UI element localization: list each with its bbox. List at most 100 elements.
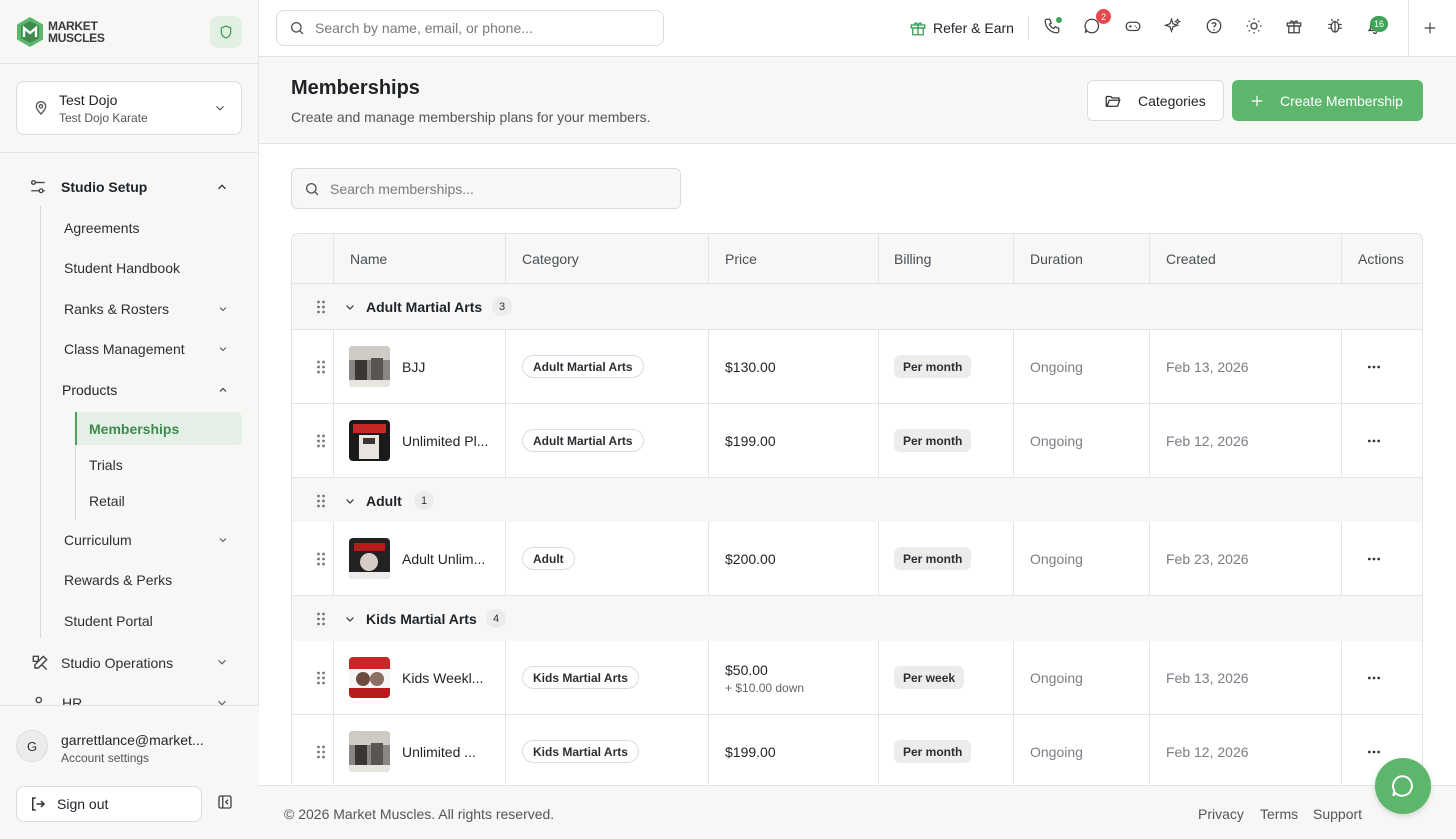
user-email[interactable]: garrettlance@market... bbox=[61, 732, 204, 748]
gamepad-icon[interactable] bbox=[1124, 17, 1142, 35]
col-divider bbox=[1149, 404, 1150, 478]
sidebar-item-retail[interactable]: Retail bbox=[89, 493, 125, 509]
sidebar-item-studio-setup[interactable]: Studio Setup bbox=[29, 178, 147, 196]
th-price[interactable]: Price bbox=[725, 251, 757, 267]
help-icon[interactable] bbox=[1205, 17, 1223, 35]
col-divider bbox=[708, 522, 709, 596]
sidebar-item-hr[interactable]: HR bbox=[32, 694, 82, 705]
col-divider bbox=[1013, 641, 1014, 715]
col-divider bbox=[505, 234, 506, 284]
th-category[interactable]: Category bbox=[522, 251, 579, 267]
sidebar-collapse-icon[interactable] bbox=[216, 793, 234, 811]
price: $199.00 bbox=[725, 433, 776, 449]
bug-icon[interactable] bbox=[1326, 17, 1344, 35]
group-row[interactable]: Adult Martial Arts 3 bbox=[292, 284, 1422, 330]
sidebar-item-classes[interactable]: Class Management bbox=[64, 341, 185, 357]
refer-earn-button[interactable]: Refer & Earn bbox=[909, 19, 1014, 37]
admin-shield-button[interactable] bbox=[210, 15, 242, 48]
col-divider bbox=[1013, 330, 1014, 404]
table-row[interactable]: BJJ Adult Martial Arts $130.00 Per month… bbox=[292, 330, 1422, 404]
chevron-down-icon[interactable] bbox=[215, 655, 229, 669]
sidebar-item-curriculum[interactable]: Curriculum bbox=[64, 532, 132, 548]
drag-handle-icon[interactable] bbox=[316, 299, 326, 315]
group-row[interactable]: Adult 1 bbox=[292, 478, 1422, 524]
location-switcher[interactable]: Test Dojo Test Dojo Karate bbox=[16, 81, 242, 135]
sidebar-item-trials[interactable]: Trials bbox=[89, 457, 123, 473]
sparkles-icon[interactable] bbox=[1164, 17, 1182, 35]
sidebar-item-products[interactable]: Products bbox=[62, 382, 117, 398]
membership-name[interactable]: BJJ bbox=[402, 359, 425, 375]
chevron-down-icon[interactable] bbox=[217, 534, 229, 546]
price: $50.00 bbox=[725, 662, 768, 678]
sidebar-item-ranks[interactable]: Ranks & Rosters bbox=[64, 301, 169, 317]
price: $130.00 bbox=[725, 359, 776, 375]
membership-name[interactable]: Adult Unlim... bbox=[402, 551, 485, 567]
duration: Ongoing bbox=[1030, 744, 1083, 760]
membership-name[interactable]: Unlimited ... bbox=[402, 744, 476, 760]
avatar[interactable]: G bbox=[16, 730, 48, 762]
account-settings-link[interactable]: Account settings bbox=[61, 751, 149, 765]
messages-badge: 2 bbox=[1096, 9, 1111, 24]
billing-badge: Per month bbox=[894, 355, 972, 378]
more-horizontal-icon[interactable] bbox=[1366, 551, 1382, 567]
membership-search-input[interactable] bbox=[330, 180, 670, 197]
drag-handle-icon[interactable] bbox=[316, 493, 326, 509]
sidebar-item-studio-operations[interactable]: Studio Operations bbox=[30, 653, 173, 673]
membership-name[interactable]: Unlimited Pl... bbox=[402, 433, 488, 449]
group-row[interactable]: Kids Martial Arts 4 bbox=[292, 596, 1422, 642]
col-divider bbox=[1341, 715, 1342, 785]
privacy-link[interactable]: Privacy bbox=[1198, 806, 1244, 822]
th-duration[interactable]: Duration bbox=[1030, 251, 1083, 267]
support-link[interactable]: Support bbox=[1313, 806, 1362, 822]
more-horizontal-icon[interactable] bbox=[1366, 359, 1382, 375]
chat-button[interactable] bbox=[1375, 758, 1431, 814]
sidebar-item-rewards[interactable]: Rewards & Perks bbox=[64, 572, 172, 588]
drag-handle-icon[interactable] bbox=[316, 359, 326, 375]
drag-handle-icon[interactable] bbox=[316, 670, 326, 686]
th-billing[interactable]: Billing bbox=[894, 251, 931, 267]
more-horizontal-icon[interactable] bbox=[1366, 744, 1382, 760]
categories-button[interactable]: Categories bbox=[1087, 80, 1224, 121]
col-divider bbox=[878, 715, 879, 785]
more-horizontal-icon[interactable] bbox=[1366, 670, 1382, 686]
col-divider bbox=[333, 234, 334, 284]
duration: Ongoing bbox=[1030, 551, 1083, 567]
chevron-down-icon[interactable] bbox=[217, 303, 229, 315]
drag-handle-icon[interactable] bbox=[316, 611, 326, 627]
phone-status-dot bbox=[1055, 16, 1063, 24]
chevron-down-icon[interactable] bbox=[215, 696, 229, 705]
more-horizontal-icon[interactable] bbox=[1366, 433, 1382, 449]
create-membership-label: Create Membership bbox=[1280, 92, 1403, 109]
membership-name[interactable]: Kids Weekl... bbox=[402, 670, 483, 686]
table-row[interactable]: Unlimited Pl... Adult Martial Arts $199.… bbox=[292, 404, 1422, 478]
membership-search[interactable] bbox=[291, 168, 681, 209]
plus-icon[interactable] bbox=[1422, 20, 1438, 36]
table-row[interactable]: Unlimited ... Kids Martial Arts $199.00 … bbox=[292, 715, 1422, 785]
sidebar-item-agreements[interactable]: Agreements bbox=[64, 220, 139, 236]
sidebar-item-portal[interactable]: Student Portal bbox=[64, 613, 153, 629]
global-search-input[interactable] bbox=[315, 20, 635, 36]
sidebar-item-memberships[interactable]: Memberships bbox=[75, 412, 242, 445]
brand-logo[interactable]: MARKET MUSCLES bbox=[16, 16, 105, 48]
chevron-down-icon[interactable] bbox=[217, 343, 229, 355]
chevron-up-icon[interactable] bbox=[217, 384, 229, 396]
sun-icon[interactable] bbox=[1245, 17, 1263, 35]
table-row[interactable]: Adult Unlim... Adult $200.00 Per month O… bbox=[292, 522, 1422, 596]
sign-out-button[interactable]: Sign out bbox=[16, 786, 202, 822]
drag-handle-icon[interactable] bbox=[316, 551, 326, 567]
th-name[interactable]: Name bbox=[350, 251, 387, 267]
chevron-down-icon[interactable] bbox=[344, 301, 356, 313]
th-created[interactable]: Created bbox=[1166, 251, 1216, 267]
drag-handle-icon[interactable] bbox=[316, 433, 326, 449]
chevron-up-icon[interactable] bbox=[215, 180, 229, 194]
table-row[interactable]: Kids Weekl... Kids Martial Arts $50.00 +… bbox=[292, 641, 1422, 715]
global-search[interactable] bbox=[276, 10, 664, 46]
drag-handle-icon[interactable] bbox=[316, 744, 326, 760]
terms-link[interactable]: Terms bbox=[1260, 806, 1298, 822]
sidebar-item-handbook[interactable]: Student Handbook bbox=[64, 260, 180, 276]
chevron-down-icon[interactable] bbox=[344, 495, 356, 507]
gift-icon[interactable] bbox=[1285, 17, 1303, 35]
create-membership-button[interactable]: Create Membership bbox=[1232, 80, 1423, 121]
logo-text: MARKET MUSCLES bbox=[48, 20, 105, 44]
chevron-down-icon[interactable] bbox=[344, 613, 356, 625]
